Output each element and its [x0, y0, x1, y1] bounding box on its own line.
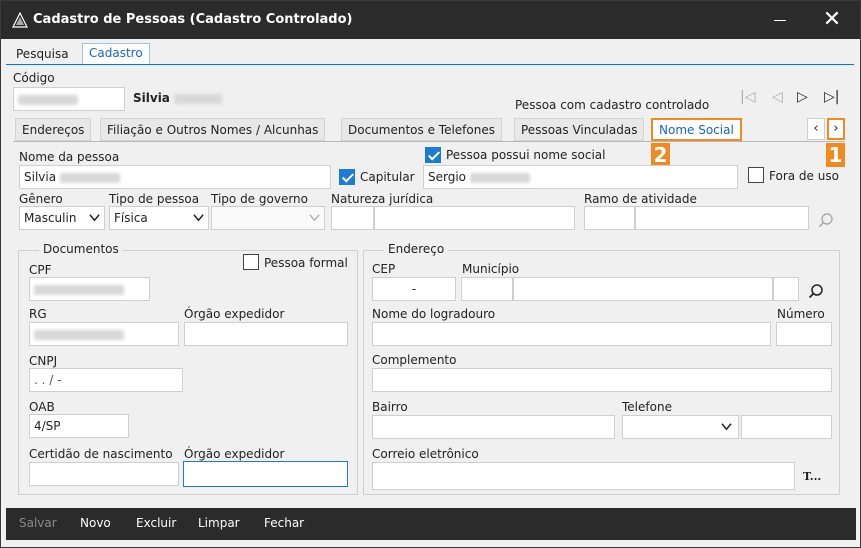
- excluir-button[interactable]: Excluir: [136, 516, 176, 530]
- municipio-name-field[interactable]: [513, 277, 773, 301]
- fora-de-uso-label: Fora de uso: [769, 169, 839, 183]
- chevron-down-icon: [193, 214, 204, 222]
- cep-label: CEP: [372, 262, 396, 276]
- municipio-code-field[interactable]: [461, 277, 513, 301]
- first-record-button[interactable]: |◁: [740, 89, 755, 105]
- salvar-button[interactable]: Salvar: [19, 516, 57, 530]
- oab-label: OAB: [29, 400, 55, 414]
- ramo-atividade-label: Ramo de atividade: [584, 192, 697, 206]
- telefone-label: Telefone: [622, 400, 672, 414]
- oab-field[interactable]: 4/SP: [29, 414, 129, 438]
- bairro-field[interactable]: [372, 415, 615, 439]
- municipio-label: Município: [462, 262, 520, 276]
- controlled-status-text: Pessoa com cadastro controlado: [515, 98, 710, 112]
- municipio-uf-field[interactable]: [773, 277, 799, 301]
- certidao-label: Certidão de nascimento: [29, 447, 173, 461]
- codigo-field[interactable]: [13, 87, 125, 111]
- certidao-field[interactable]: [29, 462, 179, 486]
- cpf-field[interactable]: [29, 277, 150, 301]
- next-record-button[interactable]: ▷: [797, 89, 808, 105]
- certidao-orgao-label: Órgão expedidor: [184, 447, 285, 461]
- rg-orgao-field[interactable]: [184, 322, 348, 346]
- numero-label: Número: [777, 307, 825, 321]
- telefone-field[interactable]: [741, 415, 832, 439]
- tab-documentos-telefones[interactable]: Documentos e Telefones: [341, 118, 502, 141]
- chevron-down-icon: [89, 214, 100, 222]
- rg-field[interactable]: [29, 322, 179, 346]
- natureza-juridica-desc-field[interactable]: [374, 206, 575, 230]
- nome-social-check-label: Pessoa possui nome social: [446, 148, 606, 162]
- bairro-label: Bairro: [372, 400, 408, 414]
- email-field[interactable]: [372, 462, 795, 490]
- tab-pesquisa[interactable]: Pesquisa: [10, 45, 75, 66]
- logradouro-label: Nome do logradouro: [372, 307, 496, 321]
- numero-field[interactable]: [776, 322, 832, 346]
- nome-pessoa-field[interactable]: Silvia: [19, 165, 331, 189]
- rg-orgao-label: Órgão expedidor: [184, 307, 285, 321]
- tab-enderecos[interactable]: Endereços: [15, 118, 92, 141]
- annotation-badge-1: 1: [826, 143, 845, 167]
- tab-cadastro[interactable]: Cadastro: [82, 43, 150, 64]
- chevron-down-icon: [309, 214, 320, 222]
- certidao-orgao-field[interactable]: [183, 461, 348, 487]
- cep-field[interactable]: -: [372, 277, 456, 301]
- capitular-checkbox[interactable]: [339, 169, 355, 185]
- action-bar: Salvar Novo Excluir Limpar Fechar: [6, 508, 856, 540]
- ramo-atividade-desc-field[interactable]: [635, 206, 809, 230]
- natureza-juridica-code-field[interactable]: [331, 206, 374, 230]
- complemento-field[interactable]: [372, 368, 832, 392]
- tipo-governo-label: Tipo de governo: [211, 192, 308, 206]
- ramo-atividade-code-field[interactable]: [584, 206, 635, 230]
- nome-pessoa-label: Nome da pessoa: [19, 150, 120, 164]
- tipo-pessoa-select[interactable]: Física: [109, 206, 209, 230]
- complemento-label: Complemento: [372, 353, 457, 367]
- app-logo-icon: [12, 12, 28, 28]
- person-name-display: Silvia: [133, 91, 223, 105]
- rg-label: RG: [29, 307, 47, 321]
- fechar-button[interactable]: Fechar: [264, 516, 304, 530]
- pessoa-formal-label: Pessoa formal: [264, 256, 348, 270]
- genero-label: Gênero: [19, 192, 63, 206]
- title-bar: Cadastro de Pessoas (Cadastro Controlado…: [1, 1, 860, 39]
- search-icon[interactable]: [818, 212, 834, 228]
- tab-filiacao[interactable]: Filiação e Outros Nomes / Alcunhas: [100, 118, 326, 141]
- capitular-label: Capitular: [360, 170, 415, 184]
- pessoa-formal-checkbox[interactable]: [243, 254, 259, 270]
- limpar-button[interactable]: Limpar: [198, 516, 240, 530]
- email-label: Correio eletrônico: [372, 447, 479, 461]
- chevron-down-icon: [721, 423, 732, 431]
- logradouro-field[interactable]: [372, 322, 771, 346]
- window-title: Cadastro de Pessoas (Cadastro Controlado…: [33, 12, 353, 27]
- last-record-button[interactable]: ▷|: [824, 89, 839, 105]
- tab-nome-social[interactable]: Nome Social: [651, 118, 742, 141]
- minimize-button[interactable]: [757, 1, 803, 39]
- fora-de-uso-checkbox[interactable]: [748, 167, 764, 183]
- subtab-divider: [13, 141, 845, 142]
- tipo-pessoa-label: Tipo de pessoa: [109, 192, 200, 206]
- novo-button[interactable]: Novo: [80, 516, 111, 530]
- genero-select[interactable]: Masculin: [19, 206, 105, 230]
- app-window: Cadastro de Pessoas (Cadastro Controlado…: [0, 0, 861, 548]
- tab-pessoas-vinculadas[interactable]: Pessoas Vinculadas: [514, 118, 645, 141]
- email-options-button[interactable]: T...: [803, 470, 821, 483]
- nome-social-checkbox[interactable]: [425, 147, 441, 163]
- previous-record-button[interactable]: ◁: [772, 89, 783, 105]
- annotation-badge-2: 2: [651, 143, 670, 167]
- nome-social-field[interactable]: Sergio: [423, 165, 738, 189]
- telefone-type-select[interactable]: [622, 415, 739, 439]
- tab-scroll-right-button[interactable]: ›: [827, 118, 845, 140]
- cnpj-field[interactable]: . . / -: [29, 368, 183, 392]
- tipo-governo-select[interactable]: [211, 206, 325, 230]
- close-button[interactable]: ✕: [805, 1, 859, 39]
- tab-scroll-left-button[interactable]: ‹: [807, 118, 825, 140]
- cpf-label: CPF: [29, 263, 52, 277]
- codigo-label: Código: [13, 71, 55, 85]
- natureza-juridica-label: Natureza jurídica: [331, 192, 434, 206]
- search-icon[interactable]: [808, 283, 824, 299]
- endereco-legend: Endereço: [384, 242, 449, 256]
- documentos-legend: Documentos: [39, 242, 123, 256]
- cnpj-label: CNPJ: [29, 354, 58, 368]
- tab-divider: [6, 64, 854, 65]
